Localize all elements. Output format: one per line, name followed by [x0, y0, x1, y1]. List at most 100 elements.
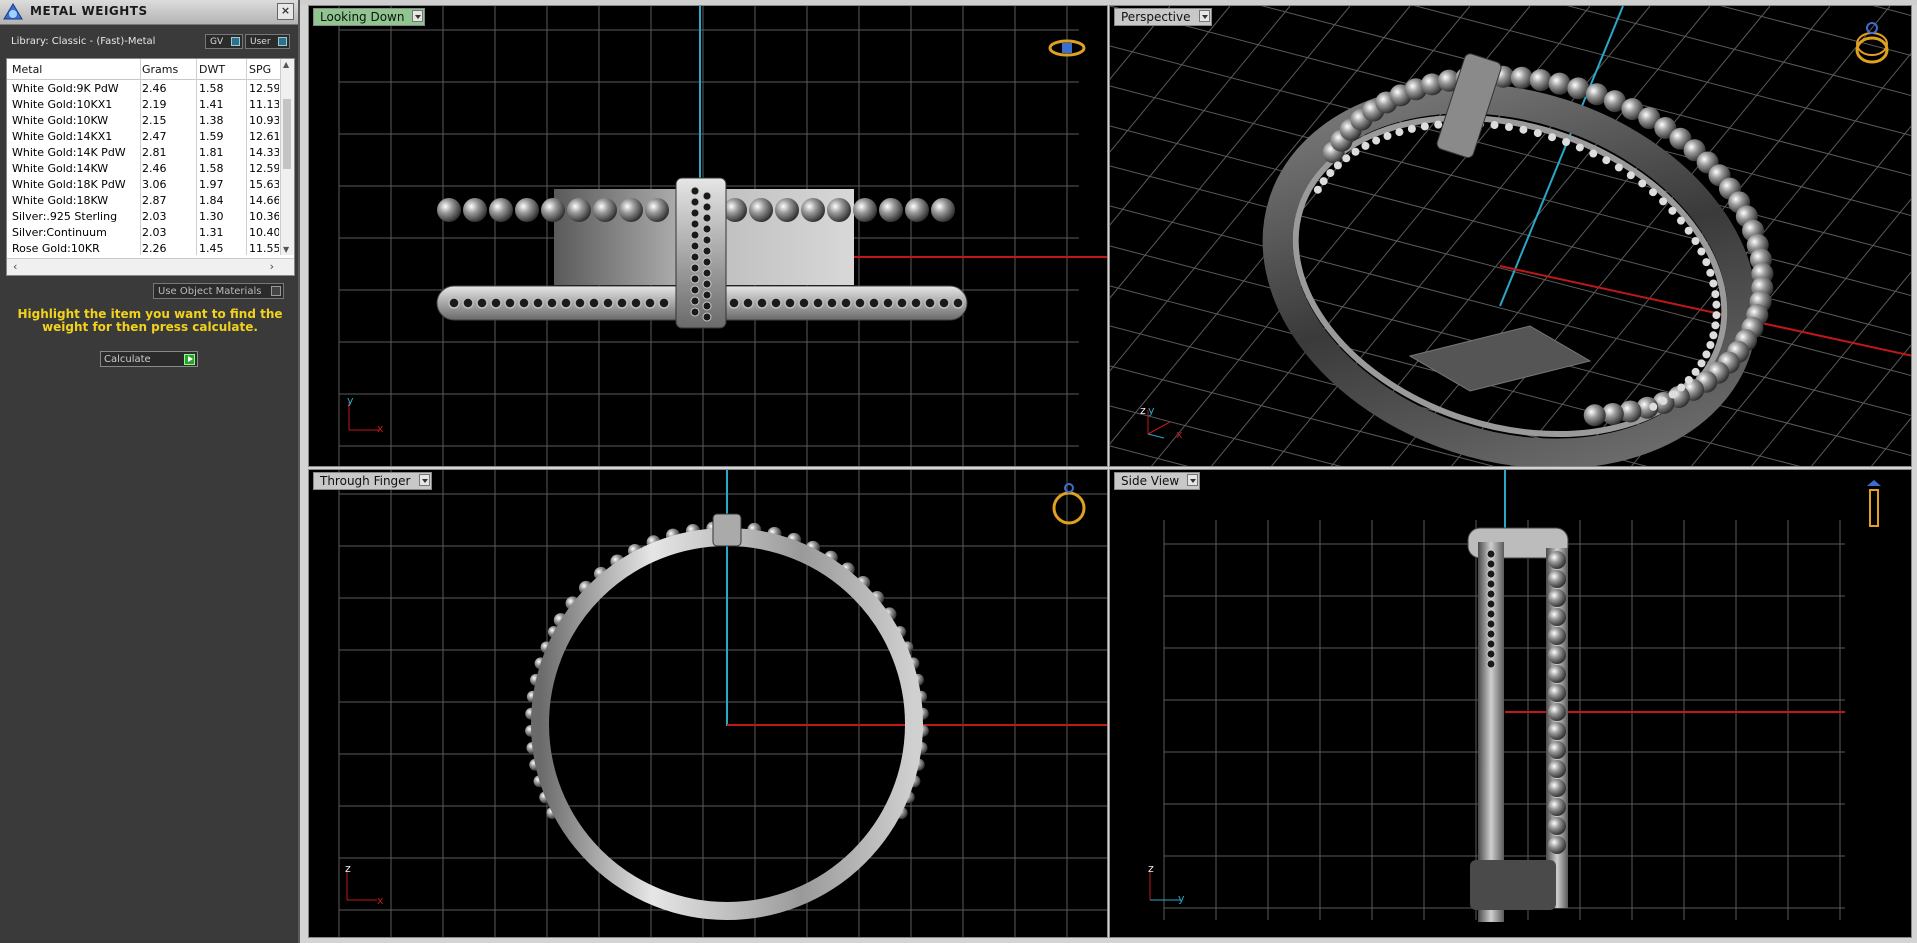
pave-hole — [1486, 649, 1496, 659]
column-header-metal[interactable]: Metal — [12, 63, 140, 76]
pave-stone — [1342, 154, 1351, 163]
column-header-spg[interactable]: SPG — [249, 63, 279, 76]
pave-hole — [574, 297, 586, 309]
pave-hole — [702, 301, 712, 311]
pave-stone — [1649, 188, 1658, 197]
view-selector-perspective[interactable]: Perspective — [1114, 8, 1212, 26]
pave-hole — [630, 297, 642, 309]
table-row[interactable]: White Gold:14K PdW 2.81 1.81 14.33 — [7, 145, 280, 161]
pave-hole — [476, 297, 488, 309]
pave-hole — [728, 297, 740, 309]
pave-stone — [1504, 122, 1513, 131]
grams-cell: 2.81 — [142, 146, 167, 159]
bead — [1548, 684, 1566, 702]
vertical-scrollbar[interactable]: ▲ ▼ — [280, 59, 294, 255]
toggle-indicator-icon — [231, 37, 240, 46]
pave-hole — [1486, 619, 1496, 629]
table-row[interactable]: White Gold:18KW 2.87 1.84 14.66 — [7, 193, 280, 209]
pave-stone — [1533, 129, 1542, 138]
pave-stone — [1691, 367, 1700, 376]
table-row[interactable]: White Gold:10KX1 2.19 1.41 11.13 — [7, 97, 280, 113]
pave-stone — [1649, 402, 1658, 411]
pave-stone — [1659, 197, 1668, 206]
pave-hole — [896, 297, 908, 309]
scroll-left-icon[interactable]: ‹ — [13, 260, 17, 273]
pave-hole — [532, 297, 544, 309]
pave-hole — [952, 297, 964, 309]
pave-hole — [602, 297, 614, 309]
bead — [879, 198, 903, 222]
ring-orientation-icon[interactable] — [1852, 20, 1892, 66]
axis-label-y: y — [1178, 892, 1185, 905]
view-selector-side-view[interactable]: Side View — [1114, 472, 1201, 490]
viewport-looking-down[interactable]: Looking Down y x — [308, 5, 1108, 467]
table-row[interactable]: White Gold:9K PdW 2.46 1.58 12.59 — [7, 81, 280, 97]
chevron-down-icon[interactable] — [412, 10, 424, 22]
ring-orientation-icon[interactable] — [1047, 36, 1087, 60]
chevron-down-icon[interactable] — [418, 474, 430, 486]
use-object-materials-checkbox[interactable]: Use Object Materials — [153, 283, 284, 299]
gv-toggle[interactable]: GV — [205, 34, 243, 49]
chevron-down-icon[interactable] — [1187, 474, 1199, 486]
horizontal-scrollbar[interactable]: ‹ › — [7, 258, 294, 275]
ring-orientation-icon[interactable] — [1049, 480, 1089, 526]
grams-cell: 2.46 — [142, 82, 167, 95]
viewport-side-view[interactable]: Side View z y — [1109, 469, 1912, 938]
table-row[interactable]: White Gold:14KW 2.46 1.58 12.59 — [7, 161, 280, 177]
scroll-thumb[interactable] — [283, 99, 291, 169]
table-row[interactable]: White Gold:18K PdW 3.06 1.97 15.63 — [7, 177, 280, 193]
pave-hole — [1486, 639, 1496, 649]
table-row[interactable]: Silver:.925 Sterling 2.03 1.30 10.36 — [7, 209, 280, 225]
metal-table[interactable]: Metal Grams DWT SPG White Gold:9K PdW 2.4… — [6, 58, 295, 276]
pave-hole — [798, 297, 810, 309]
bead — [723, 198, 747, 222]
bead — [1510, 66, 1533, 89]
pave-hole — [690, 285, 700, 295]
bead — [905, 198, 929, 222]
pave-hole — [690, 263, 700, 273]
pave-stone — [1626, 171, 1635, 180]
bead — [1583, 404, 1606, 427]
pave-hole — [784, 297, 796, 309]
calculate-button[interactable]: Calculate — [100, 351, 198, 367]
side-view-scene — [1163, 470, 1845, 922]
pave-hole — [690, 274, 700, 284]
scroll-up-icon[interactable]: ▲ — [283, 60, 289, 69]
table-row[interactable]: Rose Gold:10KR 2.26 1.45 11.55 — [7, 241, 280, 257]
ring-orientation-icon[interactable] — [1862, 478, 1886, 534]
axis-label-z: z — [1148, 862, 1154, 875]
bead — [931, 198, 955, 222]
table-body: White Gold:9K PdW 2.46 1.58 12.59 White Gold… — [7, 81, 280, 257]
spg-cell: 15.63 — [249, 178, 279, 191]
axis-label-z: z — [1140, 404, 1146, 417]
table-row[interactable]: White Gold:10KW 2.15 1.38 10.93 — [7, 113, 280, 129]
spg-cell: 14.33 — [249, 146, 279, 159]
metal-cell: Silver:Continuum — [12, 226, 107, 239]
scroll-right-icon[interactable]: › — [270, 260, 274, 273]
metal-cell: White Gold:9K PdW — [12, 82, 119, 95]
grid-line — [1110, 6, 1231, 153]
user-toggle[interactable]: User — [245, 34, 290, 49]
dwt-cell: 1.59 — [199, 130, 224, 143]
scroll-down-icon[interactable]: ▼ — [283, 245, 289, 254]
pave-hole — [702, 246, 712, 256]
column-header-dwt[interactable]: DWT — [199, 63, 247, 76]
table-row[interactable]: White Gold:14KX1 2.47 1.59 12.61 — [7, 129, 280, 145]
table-row[interactable]: Silver:Continuum 2.03 1.31 10.40 — [7, 225, 280, 241]
bead — [515, 198, 539, 222]
column-header-grams[interactable]: Grams — [142, 63, 192, 76]
pave-hole — [702, 191, 712, 201]
pave-stone — [1638, 179, 1647, 188]
close-button[interactable]: × — [277, 3, 294, 20]
chevron-down-icon[interactable] — [1198, 10, 1210, 22]
pave-hole — [910, 297, 922, 309]
viewport-through-finger[interactable]: Through Finger z x — [308, 469, 1108, 938]
viewport-perspective[interactable]: Perspective y x z — [1109, 5, 1912, 467]
view-selector-through-finger[interactable]: Through Finger — [313, 472, 432, 490]
grams-cell: 2.03 — [142, 210, 167, 223]
pave-stone — [1407, 124, 1416, 133]
grams-cell: 2.46 — [142, 162, 167, 175]
pave-stone — [1659, 396, 1668, 405]
dwt-cell: 1.84 — [199, 194, 224, 207]
view-selector-looking-down[interactable]: Looking Down — [313, 8, 426, 26]
